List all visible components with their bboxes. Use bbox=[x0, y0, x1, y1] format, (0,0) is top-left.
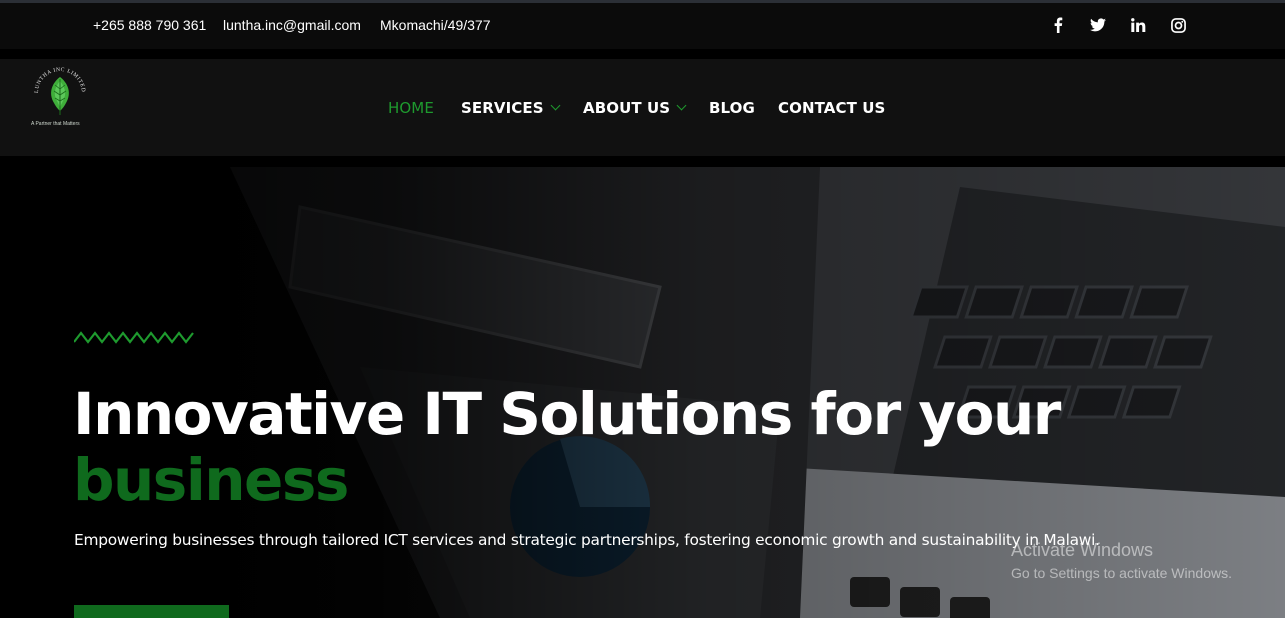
windows-activation-subtitle: Go to Settings to activate Windows. bbox=[1011, 565, 1232, 581]
windows-activation-title: Activate Windows bbox=[1011, 540, 1154, 560]
zigzag-divider-icon bbox=[74, 331, 194, 344]
hero-subtitle: Empowering businesses through tailored I… bbox=[74, 531, 1100, 549]
navbar-gap bbox=[0, 156, 1285, 167]
main-navbar: LUNTHA INC LIMITED A Partner that Matter… bbox=[0, 59, 1285, 156]
header-gap bbox=[0, 49, 1285, 59]
nav-about-label: ABOUT US bbox=[583, 99, 671, 117]
twitter-icon[interactable] bbox=[1089, 16, 1107, 34]
nav-about-us[interactable]: ABOUT US bbox=[583, 99, 687, 117]
linkedin-icon[interactable] bbox=[1129, 16, 1147, 34]
hero-cta-button[interactable] bbox=[74, 605, 229, 618]
top-contact-bar: +265 888 790 361 luntha.inc@gmail.com Mk… bbox=[0, 3, 1285, 49]
nav-home[interactable]: HOME bbox=[388, 99, 434, 117]
chevron-down-icon bbox=[676, 100, 687, 111]
email-address[interactable]: luntha.inc@gmail.com bbox=[223, 17, 361, 33]
nav-blog[interactable]: BLOG bbox=[709, 99, 755, 117]
phone-number[interactable]: +265 888 790 361 bbox=[93, 17, 206, 33]
nav-contact-us[interactable]: CONTACT US bbox=[778, 99, 885, 117]
facebook-icon[interactable] bbox=[1049, 16, 1067, 34]
address: Mkomachi/49/377 bbox=[380, 17, 491, 33]
chevron-down-icon bbox=[550, 100, 561, 111]
instagram-icon[interactable] bbox=[1169, 16, 1187, 34]
hero-title-highlight: business bbox=[73, 446, 349, 514]
nav-services[interactable]: SERVICES bbox=[461, 99, 561, 117]
nav-services-label: SERVICES bbox=[461, 99, 544, 117]
logo-tagline: A Partner that Matters bbox=[31, 121, 80, 127]
hero-title: Innovative IT Solutions for your bbox=[73, 380, 1061, 448]
